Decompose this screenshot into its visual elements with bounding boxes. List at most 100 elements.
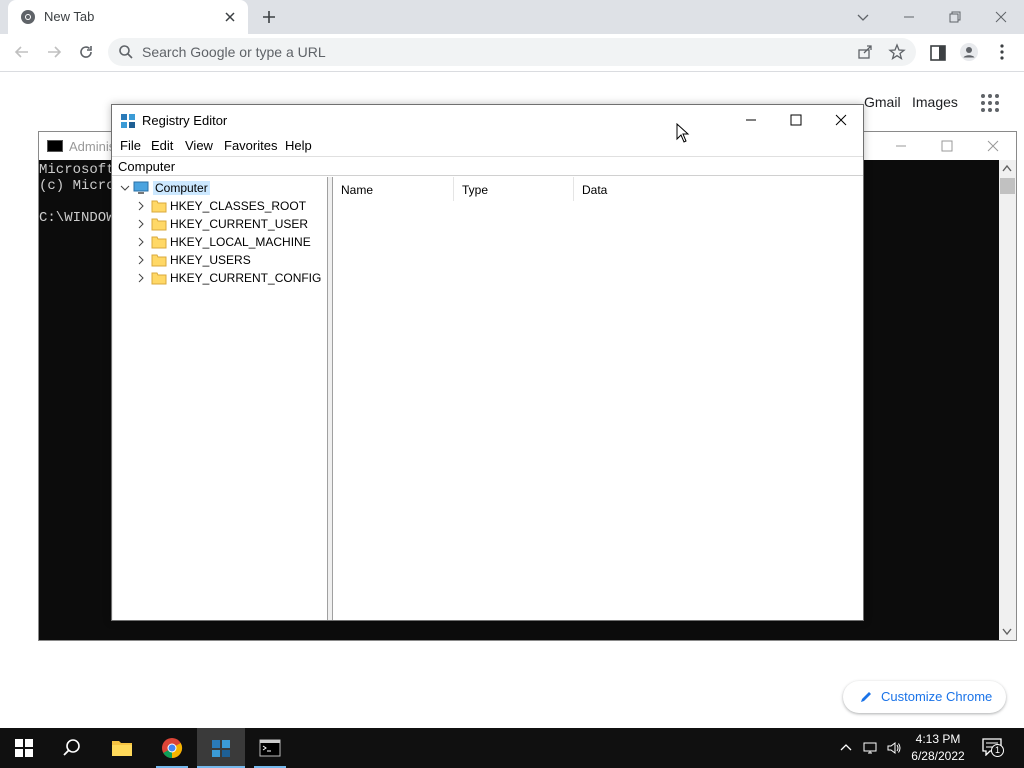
regedit-close-icon[interactable] bbox=[818, 105, 864, 135]
tab-title: New Tab bbox=[44, 9, 95, 24]
chevron-right-icon[interactable] bbox=[136, 255, 146, 265]
back-icon[interactable] bbox=[12, 42, 32, 62]
cmd-line: (c) Micro bbox=[39, 178, 115, 194]
registry-editor-window[interactable]: Registry Editor File Edit View Favorites… bbox=[111, 104, 864, 621]
chrome-tabstrip: New Tab bbox=[0, 0, 1024, 34]
clock-date: 6/28/2022 bbox=[911, 749, 965, 763]
tree-label: HKEY_CURRENT_USER bbox=[170, 217, 309, 231]
computer-icon bbox=[133, 181, 149, 194]
chrome-toolbar: Search Google or type a URL bbox=[0, 34, 1024, 72]
side-panel-icon[interactable] bbox=[928, 43, 948, 63]
bookmark-star-icon[interactable] bbox=[888, 43, 906, 61]
action-center-button[interactable]: 1 bbox=[982, 738, 1004, 758]
address-path: Computer bbox=[118, 159, 176, 174]
taskbar-cmd[interactable] bbox=[246, 728, 294, 768]
menu-favorites[interactable]: Favorites bbox=[224, 138, 277, 153]
regedit-maximize-icon[interactable] bbox=[773, 105, 819, 135]
cmd-line bbox=[39, 194, 115, 210]
column-label: Name bbox=[341, 183, 374, 197]
search-button[interactable] bbox=[48, 728, 96, 768]
clock-time: 4:13 PM bbox=[915, 732, 961, 746]
close-window-icon[interactable] bbox=[990, 6, 1012, 28]
chevron-right-icon[interactable] bbox=[136, 273, 146, 283]
chevron-down-icon[interactable] bbox=[120, 183, 130, 193]
kebab-menu-icon[interactable] bbox=[992, 42, 1012, 62]
folder-icon bbox=[151, 272, 167, 285]
profile-avatar-icon[interactable] bbox=[959, 42, 979, 62]
customize-chrome-button[interactable]: Customize Chrome bbox=[843, 681, 1006, 713]
folder-icon bbox=[151, 236, 167, 249]
tab-search-icon[interactable] bbox=[852, 6, 874, 28]
regedit-menubar: File Edit View Favorites Help bbox=[112, 135, 863, 155]
folder-icon bbox=[151, 200, 167, 213]
column-header-data[interactable]: Data bbox=[574, 177, 862, 201]
notification-badge: 1 bbox=[991, 744, 1004, 757]
cmd-minimize-icon[interactable] bbox=[893, 138, 909, 154]
tree-node-hive[interactable]: HKEY_USERS bbox=[113, 251, 327, 269]
cmd-title: Adminis bbox=[69, 139, 116, 154]
scrollbar-thumb[interactable] bbox=[1000, 178, 1015, 194]
chevron-right-icon[interactable] bbox=[136, 219, 146, 229]
menu-edit[interactable]: Edit bbox=[151, 138, 173, 153]
tree-node-hive[interactable]: HKEY_LOCAL_MACHINE bbox=[113, 233, 327, 251]
chevron-right-icon[interactable] bbox=[136, 201, 146, 211]
cmd-line: Microsoft bbox=[39, 162, 115, 178]
chrome-favicon-icon bbox=[21, 10, 35, 24]
start-button[interactable] bbox=[0, 728, 48, 768]
minimize-icon[interactable] bbox=[898, 6, 920, 28]
share-icon[interactable] bbox=[856, 43, 874, 61]
cmd-output[interactable]: Microsoft (c) Micro C:\WINDOW bbox=[39, 162, 115, 226]
menu-file[interactable]: File bbox=[120, 138, 141, 153]
tree-node-hive[interactable]: HKEY_CLASSES_ROOT bbox=[113, 197, 327, 215]
scroll-up-icon[interactable] bbox=[1002, 164, 1012, 172]
folder-icon bbox=[151, 254, 167, 267]
tree-label: Computer bbox=[153, 181, 210, 195]
search-icon bbox=[63, 739, 80, 756]
column-header-name[interactable]: Name bbox=[333, 177, 454, 201]
regedit-values-pane[interactable]: Name Type Data bbox=[332, 177, 863, 620]
taskbar-chrome[interactable] bbox=[148, 728, 196, 768]
chevron-up-icon[interactable] bbox=[838, 740, 854, 756]
system-clock[interactable]: 4:13 PM 6/28/2022 bbox=[900, 731, 976, 765]
cmd-close-icon[interactable] bbox=[985, 138, 1001, 154]
regedit-minimize-icon[interactable] bbox=[728, 105, 774, 135]
regedit-tree-pane[interactable]: Computer HKEY_CLASSES_ROOT HKEY_CURRENT_… bbox=[112, 177, 328, 620]
reload-icon[interactable] bbox=[76, 42, 96, 62]
cmd-icon bbox=[47, 140, 63, 152]
tree-node-hive[interactable]: HKEY_CURRENT_CONFIG bbox=[113, 269, 327, 287]
column-label: Type bbox=[462, 183, 489, 197]
windows-taskbar: 4:13 PM 6/28/2022 1 bbox=[0, 728, 1024, 768]
regedit-address-bar[interactable]: Computer bbox=[112, 156, 863, 176]
images-link[interactable]: Images bbox=[912, 94, 958, 110]
customize-chrome-label: Customize Chrome bbox=[881, 689, 993, 704]
regedit-titlebar[interactable]: Registry Editor bbox=[112, 105, 863, 135]
menu-help[interactable]: Help bbox=[285, 138, 312, 153]
gmail-link[interactable]: Gmail bbox=[864, 94, 901, 110]
scroll-down-icon[interactable] bbox=[1002, 628, 1012, 636]
windows-logo-icon bbox=[15, 739, 33, 757]
tree-label: HKEY_LOCAL_MACHINE bbox=[170, 235, 311, 249]
tree-node-hive[interactable]: HKEY_CURRENT_USER bbox=[113, 215, 327, 233]
file-explorer-icon bbox=[112, 741, 132, 756]
column-header-type[interactable]: Type bbox=[454, 177, 574, 201]
new-tab-icon[interactable] bbox=[260, 8, 278, 26]
chevron-right-icon[interactable] bbox=[136, 237, 146, 247]
regedit-app-icon bbox=[121, 114, 135, 128]
restore-icon[interactable] bbox=[944, 6, 966, 28]
menu-view[interactable]: View bbox=[185, 138, 213, 153]
omnibox[interactable]: Search Google or type a URL bbox=[108, 38, 916, 66]
forward-icon[interactable] bbox=[44, 42, 64, 62]
cmd-maximize-icon[interactable] bbox=[939, 138, 955, 154]
regedit-icon bbox=[212, 740, 230, 757]
tree-label: HKEY_CLASSES_ROOT bbox=[170, 199, 307, 213]
tree-node-computer[interactable]: Computer bbox=[113, 179, 327, 197]
close-tab-icon[interactable] bbox=[222, 9, 238, 25]
google-apps-icon[interactable] bbox=[980, 93, 1000, 113]
search-icon bbox=[119, 45, 133, 59]
network-icon[interactable] bbox=[862, 740, 878, 756]
cmd-scrollbar[interactable] bbox=[999, 160, 1016, 640]
tree-label: HKEY_CURRENT_CONFIG bbox=[170, 271, 322, 285]
tab-new-tab[interactable]: New Tab bbox=[8, 0, 248, 34]
taskbar-regedit[interactable] bbox=[197, 728, 245, 768]
taskbar-file-explorer[interactable] bbox=[98, 728, 146, 768]
